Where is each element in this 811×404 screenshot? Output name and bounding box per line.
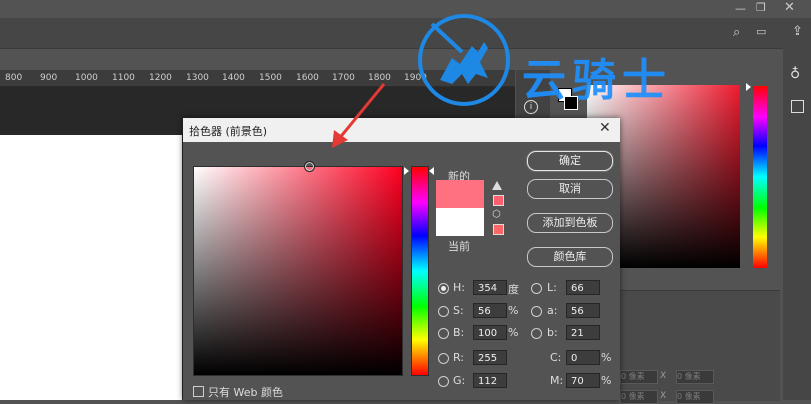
- r-label: R:: [453, 351, 465, 364]
- ruler-tick: 900: [40, 73, 58, 83]
- close-icon[interactable]: ✕: [599, 120, 611, 136]
- position-field[interactable]: 0 像素: [620, 390, 658, 404]
- g-input[interactable]: 112: [473, 373, 507, 388]
- lab-b-label: b:: [547, 326, 558, 339]
- color-libraries-button[interactable]: 颜色库: [527, 247, 613, 267]
- b-unit: %: [508, 326, 519, 339]
- b-input[interactable]: 100: [473, 325, 507, 340]
- b-label: B:: [453, 326, 465, 339]
- x-label: X: [660, 371, 667, 381]
- hue-slider[interactable]: [411, 166, 429, 376]
- watermark-text: 云骑士: [522, 55, 672, 106]
- hue-arrow-left-icon[interactable]: [404, 167, 409, 175]
- ruler-tick: 1000: [75, 73, 98, 83]
- restore-button[interactable]: ❐: [756, 1, 766, 14]
- properties-panel: X 0 像素 0 像素 0 像素 X 0 像素: [620, 290, 780, 404]
- a-input[interactable]: 56: [566, 303, 600, 318]
- current-color-swatch[interactable]: [436, 208, 484, 236]
- radio-b[interactable]: [438, 328, 449, 339]
- a-label: a:: [547, 304, 558, 317]
- c-unit: %: [601, 351, 612, 364]
- web-only-label: 只有 Web 颜色: [208, 386, 283, 399]
- radio-l[interactable]: [531, 283, 542, 294]
- ruler-tick: 1100: [112, 73, 135, 83]
- r-input[interactable]: 255: [473, 350, 507, 365]
- m-input[interactable]: 70: [566, 373, 600, 388]
- workspace-icon[interactable]: ▭: [756, 25, 766, 38]
- s-input[interactable]: 56: [473, 303, 507, 318]
- c-label: C:: [550, 351, 562, 364]
- position-field[interactable]: 0 像素: [676, 370, 714, 384]
- web-only-checkbox[interactable]: [193, 386, 204, 397]
- ruler-tick: 1500: [259, 73, 282, 83]
- hue-arrow-right-icon[interactable]: [429, 167, 434, 175]
- gamut-correction-swatch[interactable]: [493, 195, 504, 206]
- h-label: H:: [453, 281, 465, 294]
- title-bar: — ❐ ✕: [0, 0, 811, 18]
- web-safe-cube-icon[interactable]: ⬡: [492, 210, 502, 220]
- position-field[interactable]: 0 像素: [620, 370, 658, 384]
- radio-r[interactable]: [438, 353, 449, 364]
- h-unit: 度: [508, 283, 519, 296]
- h-input[interactable]: 354: [473, 280, 507, 295]
- color-picker-dialog: 拾色器 (前景色) ✕ 新的 当前 ⬡ 确定 取消 添加到色板 颜色库 H: 3…: [183, 118, 620, 400]
- dialog-header[interactable]: 拾色器 (前景色) ✕: [183, 118, 620, 142]
- layers-icon[interactable]: [791, 100, 804, 113]
- ruler-tick: 800: [5, 73, 23, 83]
- radio-lab-b[interactable]: [531, 328, 542, 339]
- color-field[interactable]: [193, 166, 403, 376]
- radio-s[interactable]: [438, 306, 449, 317]
- new-color-swatch: [436, 180, 484, 208]
- hue-slider-arrow-icon: [746, 83, 751, 91]
- right-panel-column: ♁: [783, 48, 811, 400]
- ruler-tick: 1200: [149, 73, 172, 83]
- radio-a[interactable]: [531, 306, 542, 317]
- watermark-logo-icon: [418, 14, 510, 106]
- annotation-arrow-icon: [332, 83, 386, 148]
- ruler-tick: 1400: [222, 73, 245, 83]
- radio-h[interactable]: [438, 283, 449, 294]
- current-color-label: 当前: [448, 240, 470, 253]
- color-field-cursor[interactable]: [304, 161, 315, 172]
- share-icon[interactable]: ⇪: [792, 24, 803, 39]
- color-panel-hue-slider[interactable]: [753, 86, 767, 268]
- minimize-button[interactable]: —: [735, 2, 746, 15]
- ruler-tick: 1300: [186, 73, 209, 83]
- document-canvas[interactable]: [0, 135, 182, 400]
- g-label: G:: [453, 374, 466, 387]
- cancel-button[interactable]: 取消: [527, 179, 613, 199]
- s-unit: %: [508, 304, 519, 317]
- search-icon[interactable]: ⌕: [733, 25, 740, 40]
- position-field[interactable]: 0 像素: [676, 390, 714, 404]
- out-of-gamut-warning-icon[interactable]: [492, 181, 502, 190]
- options-bar: ⌕ ▭ ⇪: [0, 18, 811, 49]
- ruler-tick: 1600: [296, 73, 319, 83]
- ok-button[interactable]: 确定: [527, 151, 613, 171]
- lightbulb-icon[interactable]: ♁: [790, 66, 800, 82]
- s-label: S:: [453, 304, 464, 317]
- dialog-title: 拾色器 (前景色): [189, 125, 268, 138]
- radio-g[interactable]: [438, 376, 449, 387]
- m-label: M:: [550, 374, 564, 387]
- m-unit: %: [601, 374, 612, 387]
- c-input[interactable]: 0: [566, 350, 600, 365]
- lab-b-input[interactable]: 21: [566, 325, 600, 340]
- add-to-swatches-button[interactable]: 添加到色板: [527, 213, 613, 233]
- close-window-button[interactable]: ✕: [784, 0, 795, 15]
- l-input[interactable]: 66: [566, 280, 600, 295]
- web-safe-swatch[interactable]: [493, 224, 504, 235]
- l-label: L:: [547, 281, 557, 294]
